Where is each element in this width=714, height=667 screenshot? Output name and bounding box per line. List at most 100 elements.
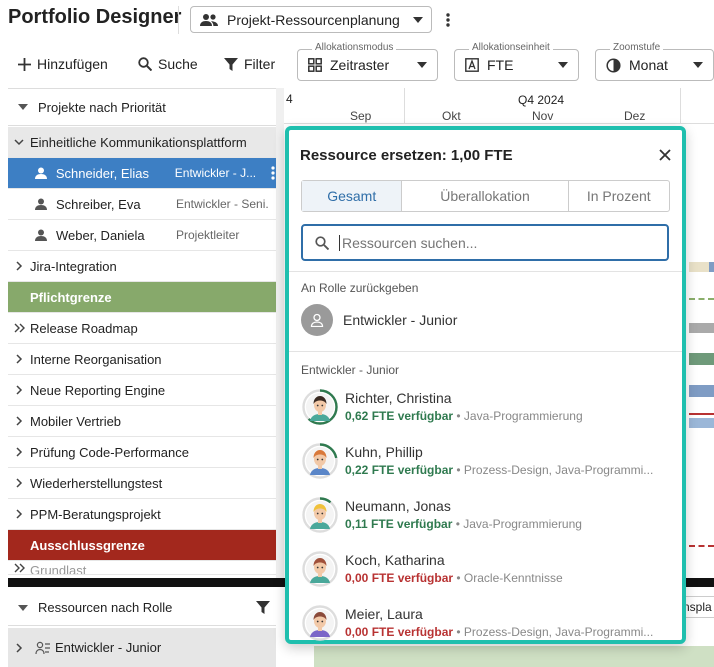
filter-button[interactable]: Filter (224, 56, 275, 72)
resource-option-name: Meier, Laura (345, 605, 423, 622)
resource-avatar (301, 388, 338, 425)
resource-option-details: 0,00 FTE verfügbar • Prozess-Design, Jav… (345, 625, 667, 639)
resource-search-box[interactable] (301, 224, 669, 261)
caret-down-icon (693, 62, 703, 68)
project-row[interactable]: Release Roadmap (8, 313, 276, 344)
resource-role: Entwickler - Seni... (176, 197, 268, 211)
tab-in-prozent[interactable]: In Prozent (569, 181, 669, 211)
panel-gap (276, 88, 284, 578)
resource-name: Weber, Daniela (56, 227, 145, 243)
double-chevron-icon (8, 323, 30, 333)
project-row[interactable]: Jira-Integration (8, 251, 276, 282)
project-label: Einheitliche Kommunikationsplattform (30, 134, 247, 150)
timeline-divider (680, 88, 681, 124)
availability-label: 0,00 FTE verfügbar (345, 570, 454, 585)
availability-label: 0,62 FTE verfügbar (345, 408, 454, 423)
resource-row[interactable]: Schreiber, Eva Entwickler - Seni... (8, 189, 276, 220)
resource-option[interactable]: Kuhn, Phillip 0,22 FTE verfügbar • Prozes… (301, 434, 671, 486)
resource-option[interactable]: Meier, Laura 0,00 FTE verfügbar • Prozess… (301, 596, 671, 648)
allocation-mode-legend: Allokationsmodus (312, 42, 397, 53)
add-label: Hinzufügen (37, 56, 108, 72)
close-icon[interactable] (659, 149, 671, 161)
projects-header[interactable]: Projekte nach Priorität (8, 88, 276, 126)
availability-label: 0,22 FTE verfügbar (345, 462, 454, 477)
gantt-bar (689, 323, 714, 333)
unit-a-icon (465, 58, 479, 72)
timeline-divider (404, 88, 405, 124)
caret-down-icon (413, 16, 423, 23)
resource-option[interactable]: Richter, Christina 0,62 FTE verfügbar • J… (301, 380, 671, 432)
resource-name: Schneider, Elias (55, 165, 150, 181)
resource-option-details: 0,11 FTE verfügbar • Java-Programmierung (345, 517, 667, 531)
add-button[interactable]: Hinzufügen (18, 56, 108, 72)
boundary-row[interactable]: Pflichtgrenze (8, 282, 276, 313)
skills-label: • Oracle-Kenntnisse (453, 570, 563, 585)
allocation-mode-value: Zeitraster (330, 57, 390, 73)
gantt-line (689, 545, 714, 547)
project-row[interactable]: Wiederherstellungstest (8, 468, 276, 499)
project-row[interactable]: Prüfung Code-Performance (8, 437, 276, 468)
resource-option[interactable]: Neumann, Jonas 0,11 FTE verfügbar • Java-… (301, 488, 671, 540)
resource-option[interactable]: Koch, Katharina 0,00 FTE verfügbar • Orac… (301, 542, 671, 594)
project-row[interactable]: Einheitliche Kommunikationsplattform (8, 127, 276, 158)
resource-group-row[interactable]: Entwickler - Junior (8, 628, 276, 667)
project-row[interactable]: Interne Reorganisation (8, 344, 276, 375)
divider (289, 351, 682, 352)
return-to-role-item[interactable]: Entwickler - Junior (301, 302, 671, 338)
skills-label: • Java-Programmierung (453, 408, 583, 423)
search-icon (315, 235, 329, 250)
project-label: Neue Reporting Engine (30, 382, 166, 398)
gantt-line (689, 413, 714, 415)
caret-down-icon (558, 62, 568, 68)
more-vert-icon[interactable] (444, 12, 452, 28)
project-row[interactable]: PPM-Beratungsprojekt (8, 499, 276, 530)
search-button[interactable]: Suche (138, 56, 198, 72)
divider (289, 271, 682, 272)
person-icon (30, 229, 52, 241)
project-row[interactable]: Neue Reporting Engine (8, 375, 276, 406)
project-row[interactable]: Mobiler Vertrieb (8, 406, 276, 437)
resource-group-label: Entwickler - Junior (55, 640, 162, 655)
header-divider (178, 6, 179, 34)
gantt-bar (689, 353, 714, 365)
zoom-value: Monat (629, 57, 668, 73)
resource-avatar (301, 496, 338, 533)
resource-search-input[interactable] (339, 234, 655, 251)
filter-label: Filter (244, 56, 276, 72)
resource-option-name: Koch, Katharina (345, 551, 445, 568)
resource-option-details: 0,22 FTE verfügbar • Prozess-Design, Jav… (345, 463, 667, 477)
filter-icon[interactable] (256, 601, 270, 614)
allocation-unit-select[interactable]: Allokationseinheit FTE (454, 42, 579, 81)
chevron-right-icon (8, 478, 30, 488)
resource-row[interactable]: Weber, Daniela Projektleiter (8, 220, 276, 251)
chevron-down-icon (8, 138, 30, 146)
allocation-mode-select[interactable]: Allokationsmodus Zeitraster (297, 42, 438, 81)
resources-header[interactable]: Ressourcen nach Rolle (8, 590, 276, 626)
boundary-row[interactable]: Ausschlussgrenze (8, 530, 276, 561)
month-label: Okt (442, 109, 461, 123)
filter-tabs: Gesamt Überallokation In Prozent (301, 180, 670, 212)
list-section-label: Entwickler - Junior (301, 363, 400, 377)
return-section-label: An Rolle zurückgeben (301, 281, 419, 295)
timeline-header: 4 Q4 2024 Sep Okt Nov Dez (284, 88, 714, 124)
tab-ueberallokation[interactable]: Überallokation (402, 181, 569, 211)
projects-header-label: Projekte nach Priorität (38, 99, 166, 115)
project-label: Wiederherstellungstest (30, 475, 163, 491)
resource-row[interactable]: Schneider, Elias Entwickler - J... (8, 158, 276, 189)
tab-label: In Prozent (586, 188, 651, 204)
project-label: Prüfung Code-Performance (30, 444, 189, 460)
search-icon (138, 57, 152, 71)
project-label: Grundlast (30, 563, 87, 575)
search-label: Suche (158, 56, 198, 72)
tab-gesamt[interactable]: Gesamt (302, 181, 403, 211)
gantt-side-label: nspla (683, 600, 712, 614)
caret-down-icon (417, 62, 427, 68)
skills-label: • Prozess-Design, Java-Programmi... (453, 462, 654, 477)
plus-icon (18, 57, 31, 71)
timeline-fragment-left: 4 (286, 92, 293, 106)
resource-option-name: Neumann, Jonas (345, 497, 451, 514)
tab-label: Gesamt (327, 188, 377, 204)
project-selector[interactable]: Projekt-Ressourcenplanung (190, 6, 432, 33)
project-row[interactable]: Grundlast (8, 561, 276, 575)
zoom-select[interactable]: Zoomstufe Monat (595, 42, 714, 81)
